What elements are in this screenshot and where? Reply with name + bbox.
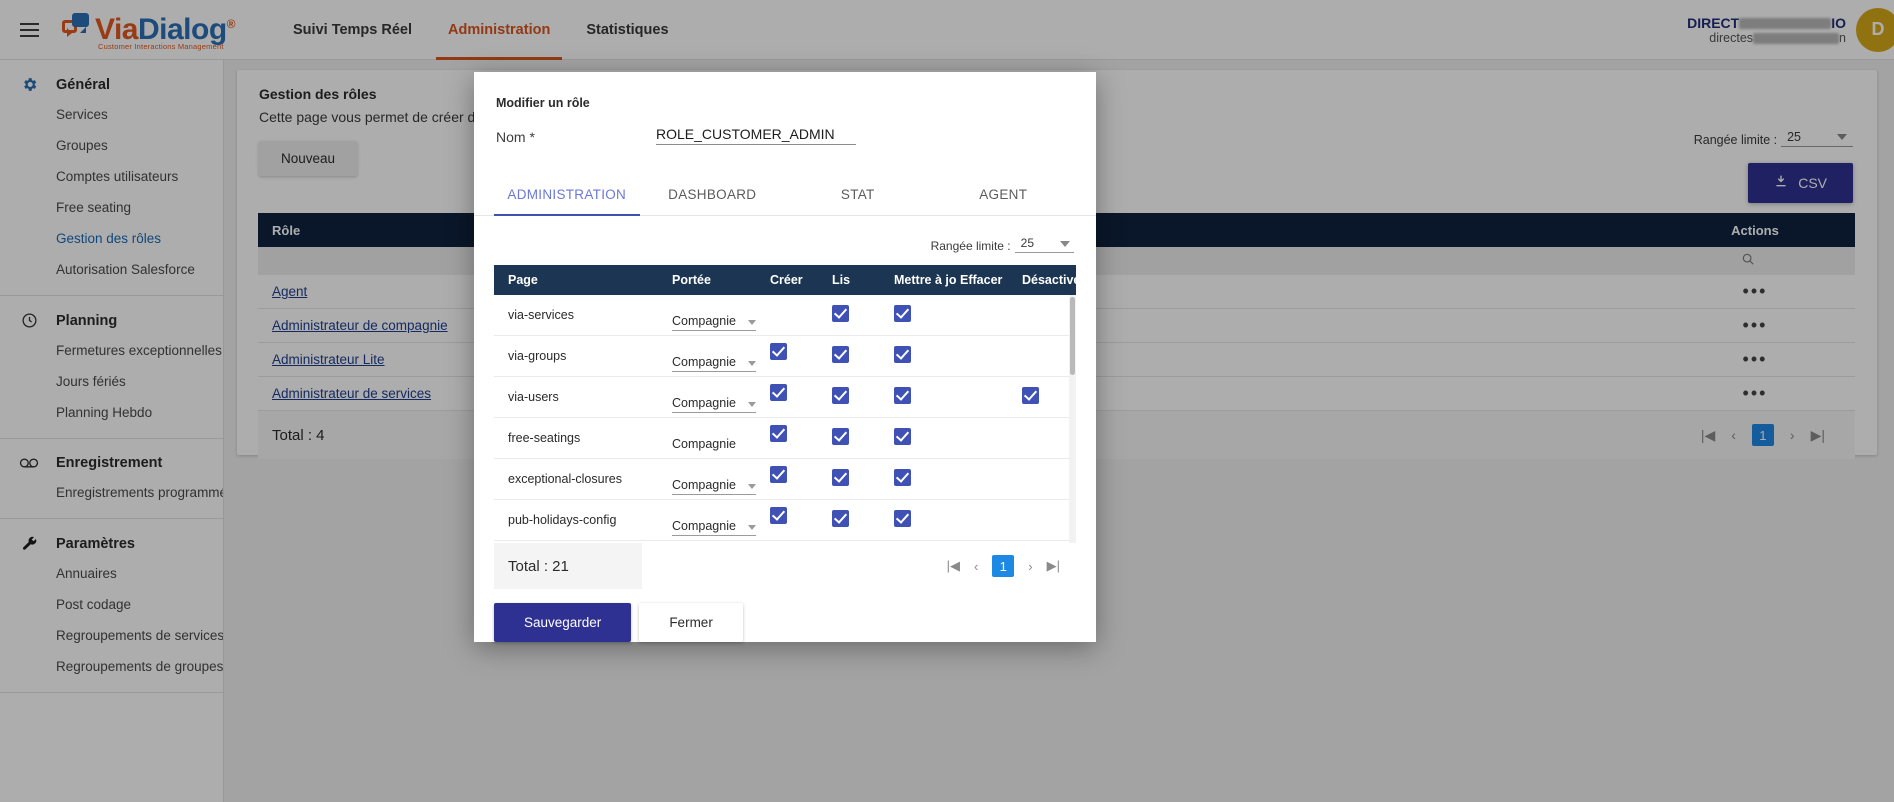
- permission-row: pub-holidays-config Compagnie: [494, 500, 1076, 541]
- modal-tabs: ADMINISTRATION DASHBOARD STAT AGENT: [474, 175, 1096, 216]
- pagination-last-icon[interactable]: ▶|: [1047, 558, 1060, 574]
- permissions-total-label: Total : 21: [494, 543, 642, 589]
- permission-row: via-services Compagnie: [494, 295, 1076, 336]
- checkbox-effacer[interactable]: [960, 305, 977, 322]
- checkbox-mettre-a-jour[interactable]: [894, 510, 911, 527]
- permission-page-name: via-services: [508, 308, 574, 322]
- scope-select[interactable]: Compagnie: [672, 314, 756, 331]
- modal-range-limit[interactable]: Rangée limite : 25: [474, 216, 1096, 253]
- edit-role-modal: Modifier un rôle Nom * ADMINISTRATION DA…: [474, 72, 1096, 642]
- modal-range-limit-label: Rangée limite :: [930, 239, 1011, 253]
- checkbox-creer[interactable]: [770, 343, 787, 360]
- checkbox-desactive[interactable]: [1022, 510, 1039, 527]
- permissions-table-header: Page Portée Créer Lis Mettre à jo Efface…: [494, 265, 1081, 295]
- chevron-down-icon: [748, 319, 756, 325]
- permission-row: via-groups Compagnie: [494, 336, 1076, 377]
- permission-row: free-seatings Compagnie: [494, 418, 1076, 459]
- checkbox-desactive[interactable]: [1022, 469, 1039, 486]
- app-root: ViaDialog® Customer Interactions Managem…: [0, 0, 1894, 802]
- permission-page-name: pub-holidays-config: [508, 513, 617, 527]
- checkbox-lis[interactable]: [832, 387, 849, 404]
- checkbox-effacer[interactable]: [960, 469, 977, 486]
- role-name-input[interactable]: [656, 126, 856, 145]
- pagination-page-1[interactable]: 1: [992, 555, 1015, 577]
- chevron-down-icon: [748, 483, 756, 489]
- column-header-creer: Créer: [770, 273, 803, 287]
- pagination-prev-icon[interactable]: ‹: [974, 559, 978, 574]
- permissions-table-scrollbar[interactable]: [1069, 295, 1076, 543]
- column-header-mettre-a-jour: Mettre à jo: [894, 273, 957, 287]
- checkbox-desactive[interactable]: [1022, 346, 1039, 363]
- checkbox-lis[interactable]: [832, 346, 849, 363]
- chevron-down-icon: [1060, 241, 1070, 247]
- permission-page-name: exceptional-closures: [508, 472, 622, 486]
- role-name-row: Nom *: [474, 110, 1096, 145]
- column-header-lis: Lis: [832, 273, 851, 287]
- checkbox-mettre-a-jour[interactable]: [894, 469, 911, 486]
- permissions-table: Page Portée Créer Lis Mettre à jo Efface…: [494, 265, 1081, 543]
- scope-select[interactable]: Compagnie: [672, 437, 756, 453]
- checkbox-desactive[interactable]: [1022, 387, 1039, 404]
- checkbox-desactive[interactable]: [1022, 305, 1039, 322]
- tab-agent[interactable]: AGENT: [931, 175, 1077, 215]
- checkbox-creer[interactable]: [770, 466, 787, 483]
- modal-range-limit-value[interactable]: 25: [1014, 236, 1074, 253]
- permissions-table-body: via-services Compagnie via-groups Compag…: [494, 295, 1076, 543]
- checkbox-effacer[interactable]: [960, 346, 977, 363]
- checkbox-creer[interactable]: [770, 425, 787, 442]
- pagination-first-icon[interactable]: |◀: [947, 558, 960, 574]
- permission-row: weekly-configs Compagnie: [494, 541, 1076, 543]
- close-button[interactable]: Fermer: [639, 603, 743, 642]
- checkbox-mettre-a-jour[interactable]: [894, 387, 911, 404]
- checkbox-desactive[interactable]: [1022, 428, 1039, 445]
- chevron-down-icon: [748, 401, 756, 407]
- checkbox-creer[interactable]: [770, 305, 787, 322]
- checkbox-lis[interactable]: [832, 428, 849, 445]
- column-header-page: Page: [508, 273, 538, 287]
- column-header-portee: Portée: [672, 273, 711, 287]
- permissions-table-footer: Total : 21 |◀ ‹ 1 › ▶|: [494, 543, 1076, 589]
- permission-row: via-users Compagnie: [494, 377, 1076, 418]
- tab-dashboard[interactable]: DASHBOARD: [640, 175, 786, 215]
- checkbox-effacer[interactable]: [960, 387, 977, 404]
- permission-page-name: via-users: [508, 390, 559, 404]
- role-name-label: Nom *: [496, 129, 535, 145]
- column-header-effacer: Effacer: [960, 273, 1003, 287]
- save-button[interactable]: Sauvegarder: [494, 603, 632, 642]
- checkbox-lis[interactable]: [832, 469, 849, 486]
- scope-select[interactable]: Compagnie: [672, 355, 756, 372]
- checkbox-lis[interactable]: [832, 305, 849, 322]
- scope-select[interactable]: Compagnie: [672, 519, 756, 536]
- chevron-down-icon: [748, 360, 756, 366]
- modal-title: Modifier un rôle: [496, 96, 590, 110]
- scope-select[interactable]: Compagnie: [672, 396, 756, 413]
- tab-stat[interactable]: STAT: [785, 175, 931, 215]
- permissions-pagination: |◀ ‹ 1 › ▶|: [947, 555, 1076, 577]
- checkbox-lis[interactable]: [832, 510, 849, 527]
- permission-page-name: via-groups: [508, 349, 567, 363]
- checkbox-creer[interactable]: [770, 507, 787, 524]
- checkbox-mettre-a-jour[interactable]: [894, 305, 911, 322]
- scope-select[interactable]: Compagnie: [672, 478, 756, 495]
- permission-row: exceptional-closures Compagnie: [494, 459, 1076, 500]
- chevron-down-icon: [748, 524, 756, 530]
- checkbox-effacer[interactable]: [960, 510, 977, 527]
- tab-administration[interactable]: ADMINISTRATION: [494, 175, 640, 216]
- checkbox-mettre-a-jour[interactable]: [894, 428, 911, 445]
- modal-action-buttons: Sauvegarder Fermer: [494, 603, 1096, 642]
- checkbox-effacer[interactable]: [960, 428, 977, 445]
- checkbox-mettre-a-jour[interactable]: [894, 346, 911, 363]
- permission-page-name: free-seatings: [508, 431, 581, 445]
- pagination-next-icon[interactable]: ›: [1028, 559, 1032, 574]
- scrollbar-thumb[interactable]: [1070, 297, 1075, 375]
- checkbox-creer[interactable]: [770, 384, 787, 401]
- column-header-desactive: Désactivé: [1022, 273, 1081, 287]
